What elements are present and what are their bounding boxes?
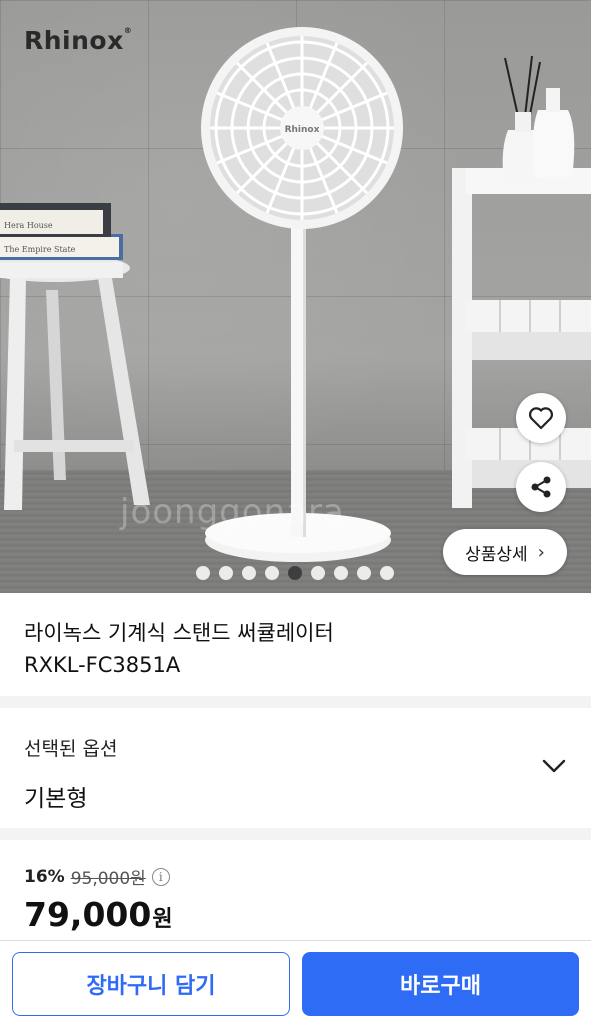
wishlist-button[interactable]: [516, 393, 566, 443]
carousel-dot[interactable]: [333, 566, 348, 580]
brand-logo: Rhinox®: [24, 26, 133, 55]
carousel-indicator: [0, 566, 591, 580]
share-icon: [531, 476, 551, 498]
fan-illustration: Rhinox: [201, 27, 403, 562]
carousel-dot[interactable]: [379, 566, 394, 580]
price-section: 16% 95,000원 i 79,000 원: [0, 840, 591, 940]
option-value: 기본형: [24, 786, 88, 812]
carousel-dot[interactable]: [264, 566, 279, 580]
fan-brand-label: Rhinox: [285, 125, 320, 135]
buy-now-button[interactable]: 바로구매: [302, 952, 579, 1016]
discount-rate: 16%: [24, 866, 65, 887]
product-image-carousel[interactable]: Hera House The Empire State Rhinox Rhino…: [0, 0, 591, 593]
chevron-down-icon: [542, 759, 566, 773]
product-name: 라이녹스 기계식 스탠드 써큘레이터: [24, 621, 334, 645]
purchase-bar: 장바구니 담기 바로구매: [0, 940, 591, 1024]
vase-illustration: [502, 55, 575, 182]
product-title: 라이녹스 기계식 스탠드 써큘레이터 RXKL-FC3851A: [0, 593, 591, 696]
sale-price: 79,000: [24, 895, 152, 934]
carousel-dot[interactable]: [241, 566, 256, 580]
chevron-right-icon: ›: [537, 541, 545, 563]
svg-text:The Empire State: The Empire State: [4, 245, 76, 254]
currency-unit: 원: [152, 907, 173, 932]
info-icon[interactable]: i: [151, 867, 170, 886]
product-detail-label: 상품상세: [465, 544, 528, 565]
section-divider: [0, 828, 591, 840]
carousel-dot[interactable]: [218, 566, 233, 580]
option-label: 선택된 옵션: [24, 738, 118, 760]
books-illustration: Hera House The Empire State: [0, 203, 123, 260]
product-model: RXKL-FC3851A: [24, 653, 181, 677]
carousel-dot[interactable]: [287, 566, 302, 580]
carousel-dot[interactable]: [195, 566, 210, 580]
stool-illustration: [0, 254, 150, 510]
watermark: joonggonara: [120, 492, 345, 532]
share-button[interactable]: [516, 462, 566, 512]
carousel-dot[interactable]: [310, 566, 325, 580]
shelf-illustration: [452, 168, 591, 508]
option-selector[interactable]: 선택된 옵션 기본형: [0, 708, 591, 828]
section-divider: [0, 696, 591, 708]
svg-text:Hera House: Hera House: [4, 221, 53, 230]
original-price: 95,000원: [70, 869, 146, 889]
add-to-cart-button[interactable]: 장바구니 담기: [12, 952, 290, 1016]
carousel-dot[interactable]: [356, 566, 371, 580]
heart-icon: [528, 407, 554, 430]
